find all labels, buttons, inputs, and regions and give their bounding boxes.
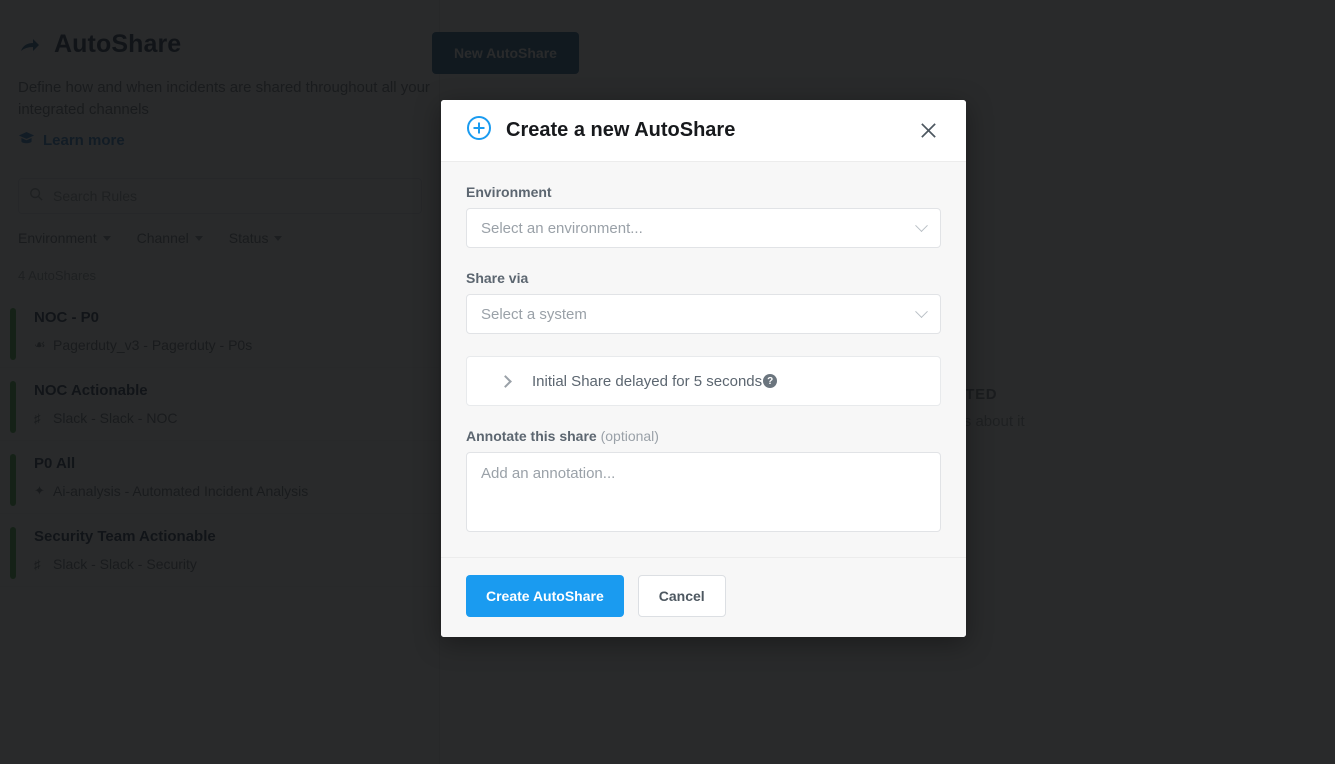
chevron-right-icon xyxy=(499,375,512,388)
help-icon[interactable]: ? xyxy=(763,374,777,388)
modal-footer: Create AutoShare Cancel xyxy=(441,557,966,637)
share-via-select[interactable]: Select a system xyxy=(466,294,941,334)
create-autoshare-modal: Create a new AutoShare Environment Selec… xyxy=(441,100,966,637)
share-via-label: Share via xyxy=(466,270,941,286)
modal-body: Environment Select an environment... Sha… xyxy=(441,162,966,557)
chevron-down-icon xyxy=(915,219,928,232)
chevron-down-icon xyxy=(915,305,928,318)
initial-share-delay-label: Initial Share delayed for 5 seconds xyxy=(532,373,762,390)
cancel-button[interactable]: Cancel xyxy=(638,575,726,617)
environment-select-value: Select an environment... xyxy=(481,220,917,237)
annotation-optional-text: (optional) xyxy=(601,428,659,444)
modal-header: Create a new AutoShare xyxy=(441,100,966,162)
environment-label: Environment xyxy=(466,184,941,200)
annotation-label-text: Annotate this share xyxy=(466,428,597,444)
annotation-label: Annotate this share (optional) xyxy=(466,428,941,444)
annotation-textarea[interactable] xyxy=(466,452,941,532)
app-root: AutoShare Define how and when incidents … xyxy=(0,0,1335,764)
share-via-select-value: Select a system xyxy=(481,306,917,323)
plus-circle-icon xyxy=(466,115,492,146)
modal-title: Create a new AutoShare xyxy=(506,119,915,142)
create-autoshare-button[interactable]: Create AutoShare xyxy=(466,575,624,617)
initial-share-delay-row[interactable]: Initial Share delayed for 5 seconds ? xyxy=(466,356,941,406)
close-icon[interactable] xyxy=(915,117,942,144)
environment-select[interactable]: Select an environment... xyxy=(466,208,941,248)
